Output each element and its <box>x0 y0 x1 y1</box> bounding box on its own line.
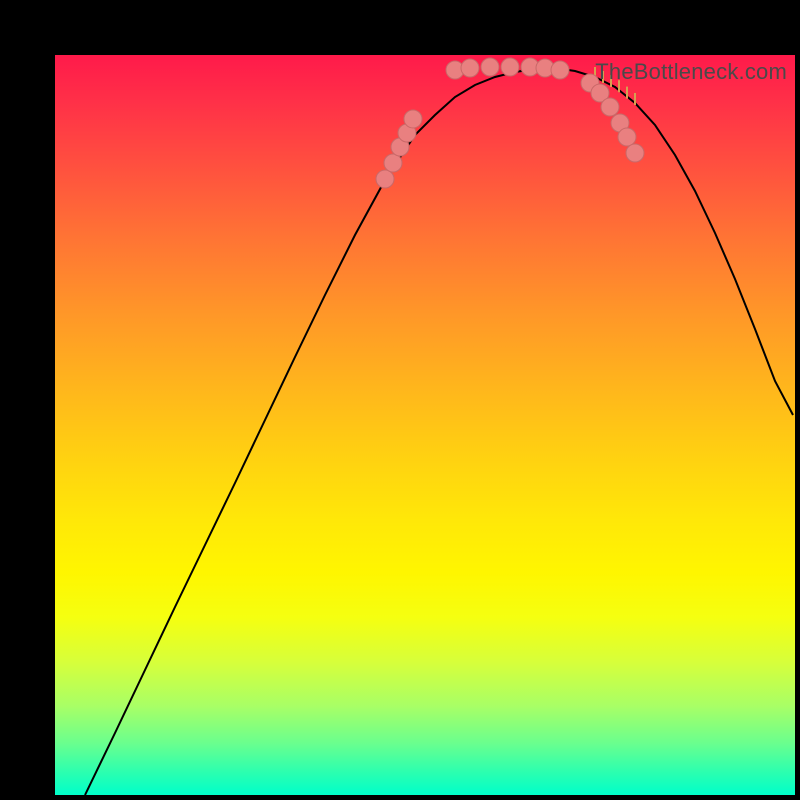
data-dots <box>55 55 795 795</box>
data-point <box>461 59 479 77</box>
plot-area: TheBottleneck.com <box>55 55 795 795</box>
data-point <box>384 154 402 172</box>
data-point <box>501 58 519 76</box>
chart-frame: TheBottleneck.com <box>25 25 775 775</box>
data-point <box>601 98 619 116</box>
data-point <box>376 170 394 188</box>
data-point <box>481 58 499 76</box>
watermark-text: TheBottleneck.com <box>595 59 787 85</box>
data-point <box>404 110 422 128</box>
data-point <box>551 61 569 79</box>
data-point <box>626 144 644 162</box>
data-point <box>618 128 636 146</box>
